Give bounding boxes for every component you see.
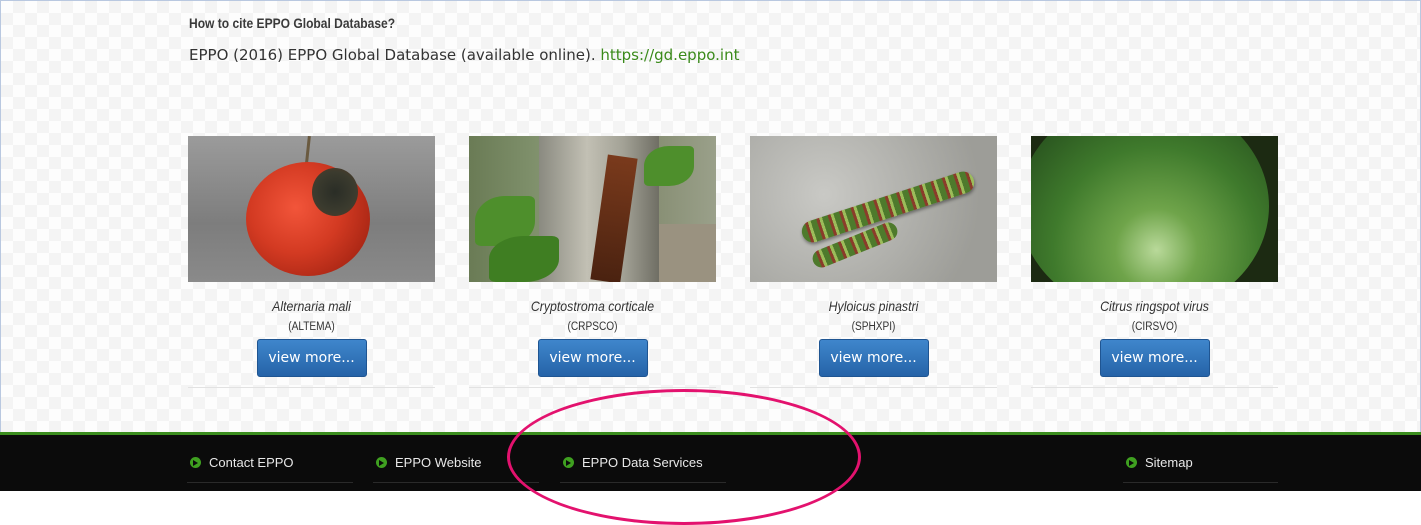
- view-more-button[interactable]: view more...: [1099, 339, 1210, 377]
- view-more-button[interactable]: view more...: [256, 339, 367, 377]
- cite-link[interactable]: https://gd.eppo.int: [600, 46, 739, 64]
- cite-heading: How to cite EPPO Global Database?: [189, 15, 396, 31]
- view-more-button[interactable]: view more...: [818, 339, 929, 377]
- footer: Contact EPPO EPPO Website EPPO Data Serv…: [0, 432, 1421, 491]
- divider: [1123, 482, 1278, 483]
- footer-link-contact[interactable]: Contact EPPO: [190, 455, 294, 470]
- pest-card: Cryptostroma corticale (CRPSCO) view mor…: [469, 136, 716, 388]
- pest-card: Hyloicus pinastri (SPHXPI) view more...: [750, 136, 997, 388]
- arrow-circle-icon: [563, 457, 574, 468]
- divider: [373, 482, 539, 483]
- pest-image-caterpillar[interactable]: [750, 136, 997, 282]
- pest-card: Citrus ringspot virus (CIRSVO) view more…: [1031, 136, 1278, 388]
- footer-link-data-services[interactable]: EPPO Data Services: [563, 455, 703, 470]
- divider: [187, 482, 353, 483]
- view-more-button[interactable]: view more...: [537, 339, 648, 377]
- footer-link-website[interactable]: EPPO Website: [376, 455, 481, 470]
- pest-name: Cryptostroma corticale: [530, 298, 655, 314]
- cite-text: EPPO (2016) EPPO Global Database (availa…: [189, 46, 739, 64]
- arrow-circle-icon: [1126, 457, 1137, 468]
- pest-name: Citrus ringspot virus: [1100, 298, 1209, 314]
- pest-image-apple[interactable]: [188, 136, 435, 282]
- pest-code: (CRPSCO): [567, 321, 618, 333]
- pest-image-tree[interactable]: [469, 136, 716, 282]
- pest-name: Alternaria mali: [272, 298, 351, 314]
- pest-code: (ALTEMA): [288, 321, 335, 333]
- cite-reference: EPPO (2016) EPPO Global Database (availa…: [189, 46, 596, 64]
- pest-card: Alternaria mali (ALTEMA) view more...: [188, 136, 435, 388]
- main-content: How to cite EPPO Global Database? EPPO (…: [0, 0, 1421, 433]
- pest-name: Hyloicus pinastri: [828, 298, 919, 314]
- divider: [560, 482, 726, 483]
- pest-code: (SPHXPI): [851, 321, 896, 333]
- arrow-circle-icon: [190, 457, 201, 468]
- pest-code: (CIRSVO): [1131, 321, 1178, 333]
- footer-link-sitemap[interactable]: Sitemap: [1126, 455, 1193, 470]
- arrow-circle-icon: [376, 457, 387, 468]
- pest-image-citrus[interactable]: [1031, 136, 1278, 282]
